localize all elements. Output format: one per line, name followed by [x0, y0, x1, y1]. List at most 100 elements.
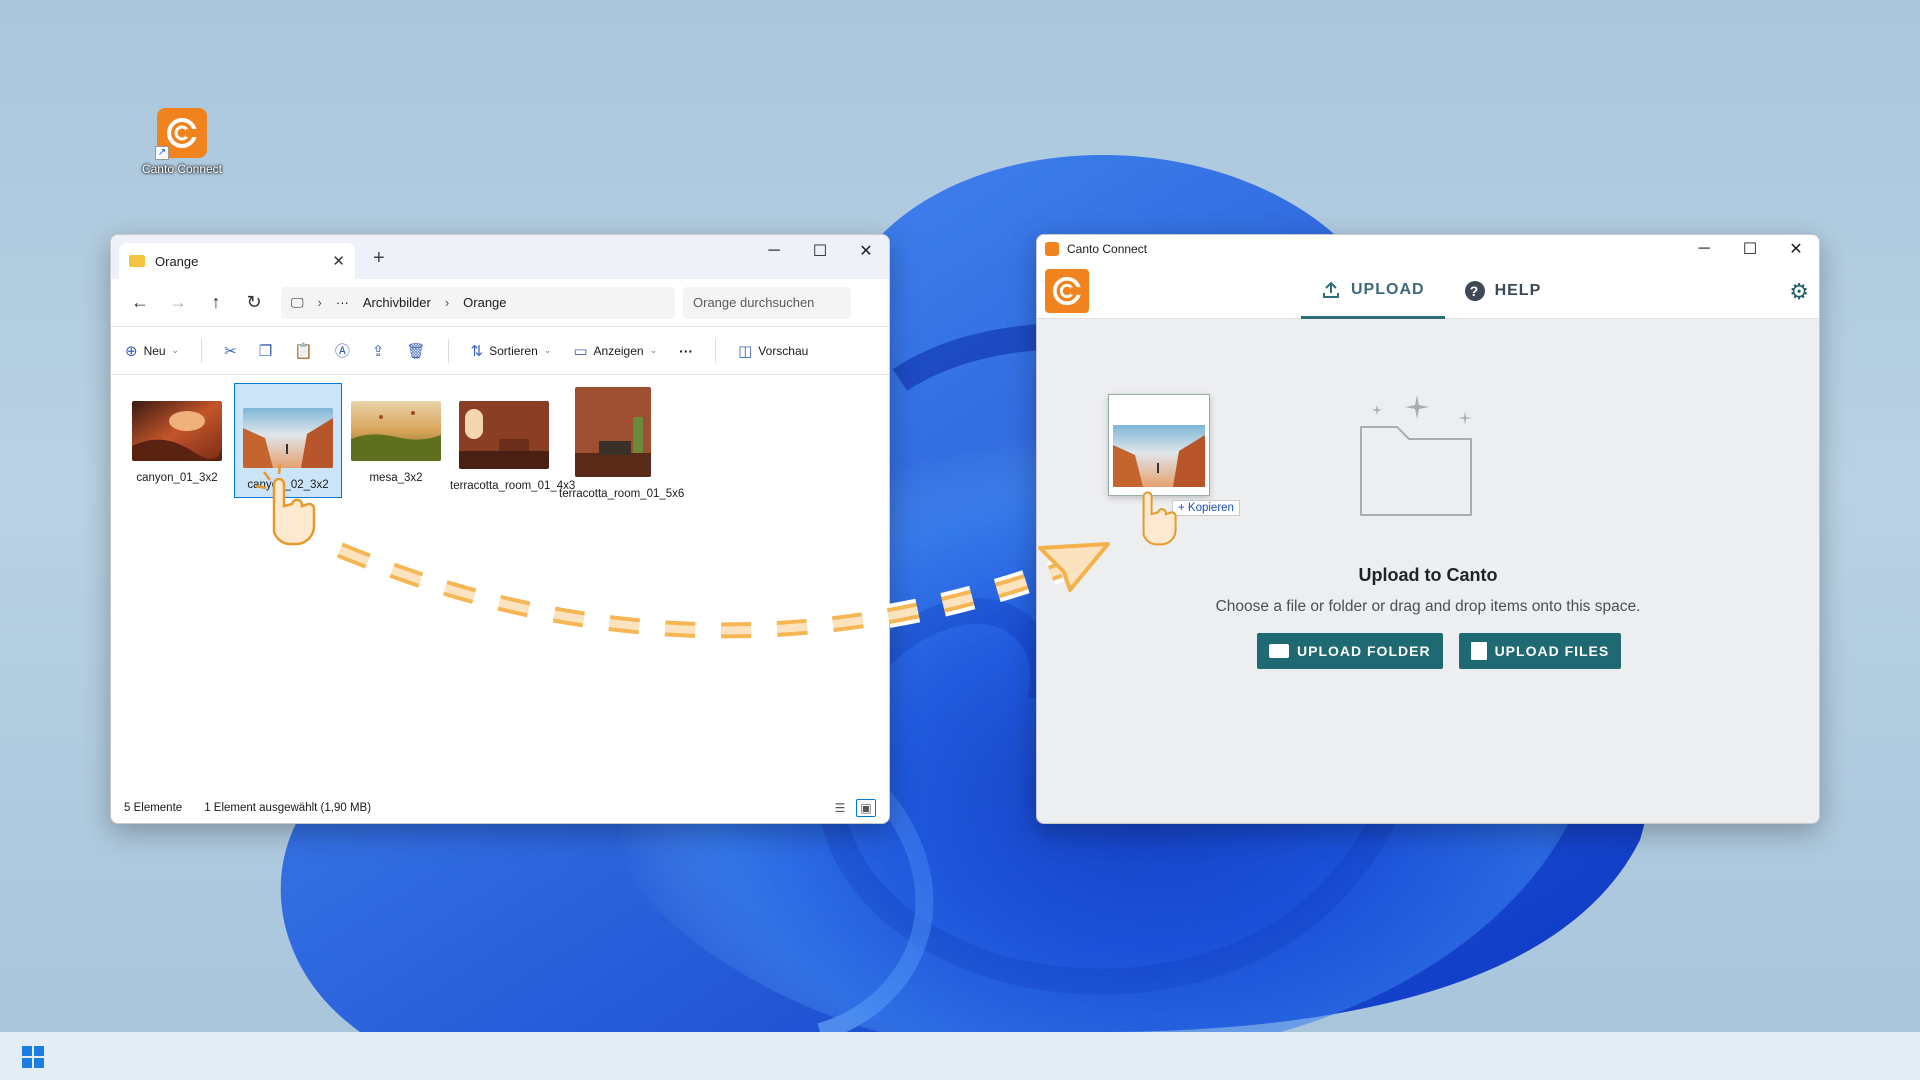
- forward-button[interactable]: →: [159, 292, 197, 313]
- thumbnail-image: [132, 401, 222, 461]
- back-button[interactable]: ←: [121, 292, 159, 313]
- maximize-button[interactable]: ☐: [797, 235, 843, 267]
- address-bar[interactable]: 🖵 › ··· Archivbilder › Orange: [281, 286, 675, 319]
- new-button[interactable]: ⊕ Neu ⌄: [125, 342, 179, 360]
- tab-upload[interactable]: UPLOAD: [1301, 263, 1445, 319]
- upload-heading: Upload to Canto: [1358, 565, 1498, 585]
- thumbnail-image: [459, 401, 549, 469]
- desktop-icon-canto-connect[interactable]: ↗ Canto Connect: [134, 108, 230, 176]
- canto-logo-icon: [1045, 269, 1089, 313]
- folder-sparkle-icon: [1360, 395, 1472, 516]
- file-name: terracotta_room_01_5x6: [559, 488, 685, 500]
- file-list: canyon_01_3x2 canyon_02_3x2 mesa_3x2 ter…: [111, 375, 889, 793]
- breadcrumb-item[interactable]: Orange: [463, 295, 506, 310]
- canto-mini-logo-icon: [1045, 242, 1059, 256]
- file-item[interactable]: terracotta_room_01_4x3: [450, 401, 576, 493]
- file-explorer-window: Orange ✕ + ─ ☐ ✕ ← → ↑ ↻ 🖵 › ··· Archivb…: [110, 234, 890, 824]
- refresh-button[interactable]: ↻: [235, 292, 273, 313]
- file-item[interactable]: terracotta_room_01_5x6: [559, 387, 685, 501]
- scissors-icon: ✂: [224, 342, 237, 360]
- selection-info: 1 Element ausgewählt (1,90 MB): [204, 802, 372, 814]
- preview-icon: ◫: [738, 342, 753, 360]
- cut-button[interactable]: ✂: [224, 342, 237, 360]
- upload-icon: [1323, 281, 1339, 298]
- file-name: terracotta_room_01_4x3: [450, 480, 576, 492]
- gear-icon[interactable]: ⚙: [1789, 279, 1809, 305]
- new-tab-button[interactable]: +: [373, 247, 385, 270]
- file-name: mesa_3x2: [369, 472, 423, 484]
- computer-icon: 🖵: [291, 294, 304, 310]
- breadcrumb-item[interactable]: Archivbilder: [363, 295, 431, 310]
- explorer-navbar: ← → ↑ ↻ 🖵 › ··· Archivbilder › Orange Or…: [111, 279, 889, 327]
- thumbnail-image: [575, 387, 651, 477]
- canto-logo-icon: ↗: [155, 108, 207, 160]
- canto-tabs: UPLOAD ? HELP: [1301, 263, 1561, 319]
- more-button[interactable]: ···: [679, 343, 693, 359]
- drag-preview: [1108, 394, 1210, 496]
- upload-buttons: UPLOAD FOLDER UPLOAD FILES: [1257, 633, 1622, 669]
- thumbnail-image: [243, 408, 333, 468]
- taskbar: [0, 1032, 1920, 1080]
- delete-button[interactable]: 🗑: [406, 342, 425, 360]
- upload-folder-button[interactable]: UPLOAD FOLDER: [1257, 633, 1443, 669]
- explorer-titlebar: Orange ✕ + ─ ☐ ✕: [111, 235, 889, 279]
- minimize-button[interactable]: ─: [1681, 235, 1727, 263]
- upload-subtitle: Choose a file or folder or drag and drop…: [1215, 598, 1641, 615]
- canto-window-title: Canto Connect: [1067, 242, 1148, 256]
- thumbnail-view-icon[interactable]: ▣: [856, 799, 876, 817]
- desktop-icon-label: Canto Connect: [141, 162, 223, 176]
- details-view-icon[interactable]: ☰: [830, 799, 850, 817]
- window-controls: ─ ☐ ✕: [751, 235, 889, 267]
- file-name: canyon_01_3x2: [136, 472, 218, 484]
- paste-button[interactable]: 📋: [294, 342, 313, 360]
- upload-files-button[interactable]: UPLOAD FILES: [1458, 633, 1622, 669]
- folder-icon: [1269, 644, 1289, 658]
- file-icon: [1470, 642, 1487, 660]
- shortcut-arrow-icon: ↗: [155, 146, 169, 160]
- view-icon: ▭: [573, 342, 588, 360]
- copy-icon: ❐: [258, 342, 273, 360]
- view-button[interactable]: ▭ Anzeigen ⌄: [573, 342, 657, 360]
- more-path-icon[interactable]: ···: [336, 295, 349, 310]
- preview-pane-button[interactable]: ◫ Vorschau: [738, 342, 808, 360]
- explorer-tab-title: Orange: [155, 253, 199, 269]
- trash-icon: 🗑: [406, 342, 426, 360]
- explorer-toolbar: ⊕ Neu ⌄ ✂ ❐ 📋 Ⓐ ⇪ 🗑 ⇅ Sortieren ⌄ ▭ Anzeigen ⌄…: [111, 327, 889, 375]
- search-input[interactable]: Orange durchsuchen: [683, 286, 851, 319]
- help-icon: ?: [1464, 281, 1485, 301]
- canto-titlebar: Canto Connect ─ ☐ ✕: [1037, 235, 1819, 263]
- file-item[interactable]: canyon_01_3x2: [123, 401, 231, 485]
- thumbnail-image: [1113, 425, 1205, 487]
- file-item-selected[interactable]: canyon_02_3x2: [234, 383, 342, 498]
- up-button[interactable]: ↑: [197, 292, 235, 313]
- explorer-tab[interactable]: Orange ✕: [119, 243, 355, 279]
- canto-header: UPLOAD ? HELP ⚙: [1037, 263, 1819, 319]
- sort-button[interactable]: ⇅ Sortieren ⌄: [471, 342, 552, 360]
- start-icon[interactable]: [22, 1046, 44, 1068]
- close-button[interactable]: ✕: [1773, 235, 1819, 263]
- file-item[interactable]: mesa_3x2: [342, 401, 450, 485]
- view-switch: ☰ ▣: [830, 799, 876, 817]
- tab-help[interactable]: ? HELP: [1445, 263, 1562, 319]
- sort-icon: ⇅: [470, 342, 484, 360]
- rename-button[interactable]: Ⓐ: [335, 340, 350, 361]
- status-bar: 5 Elemente 1 Element ausgewählt (1,90 MB…: [111, 793, 889, 823]
- paste-icon: 📋: [294, 342, 313, 360]
- minimize-button[interactable]: ─: [751, 235, 797, 267]
- share-icon: ⇪: [371, 342, 385, 360]
- file-name: canyon_02_3x2: [247, 479, 329, 491]
- maximize-button[interactable]: ☐: [1727, 235, 1773, 263]
- canto-connect-window: Canto Connect ─ ☐ ✕ UPLOAD ? HELP ⚙ Uplo…: [1036, 234, 1820, 824]
- drag-tooltip: + Kopieren: [1172, 500, 1240, 516]
- copy-button[interactable]: ❐: [259, 342, 272, 360]
- thumbnail-image: [351, 401, 441, 461]
- rename-icon: Ⓐ: [334, 343, 350, 360]
- item-count: 5 Elemente: [124, 802, 183, 814]
- window-controls: ─ ☐ ✕: [1681, 235, 1819, 263]
- close-tab-icon[interactable]: ✕: [332, 252, 345, 270]
- folder-icon: [129, 255, 145, 267]
- share-button[interactable]: ⇪: [372, 342, 385, 360]
- plus-circle-icon: ⊕: [125, 342, 138, 360]
- chevron-right-icon: ›: [317, 295, 322, 310]
- close-button[interactable]: ✕: [843, 235, 889, 267]
